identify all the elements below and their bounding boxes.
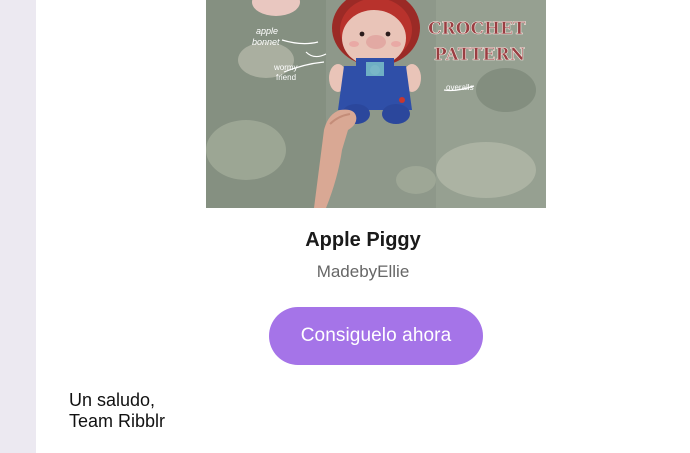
- get-it-now-button[interactable]: Consiguelo ahora: [269, 307, 483, 365]
- label-overalls: overalls: [446, 83, 474, 92]
- headline-crochet: CROCHET: [428, 19, 526, 39]
- email-card: apple bonnet wormy friend overalls CROCH…: [36, 0, 690, 453]
- email-signoff: Un saludo, Team Ribblr: [69, 390, 165, 432]
- label-apple: apple: [256, 26, 278, 36]
- label-friend: friend: [276, 73, 296, 82]
- label-wormy: wormy: [273, 63, 298, 72]
- label-bonnet: bonnet: [252, 37, 280, 47]
- signoff-greeting: Un saludo,: [69, 390, 156, 410]
- signoff-team: Team Ribblr: [69, 411, 166, 431]
- product-author[interactable]: MadebyEllie: [36, 262, 690, 282]
- product-title[interactable]: Apple Piggy: [36, 229, 690, 252]
- product-image[interactable]: apple bonnet wormy friend overalls CROCH…: [206, 0, 546, 208]
- product-photo: apple bonnet wormy friend overalls CROCH…: [206, 0, 546, 208]
- headline-pattern: PATTERN: [434, 45, 525, 65]
